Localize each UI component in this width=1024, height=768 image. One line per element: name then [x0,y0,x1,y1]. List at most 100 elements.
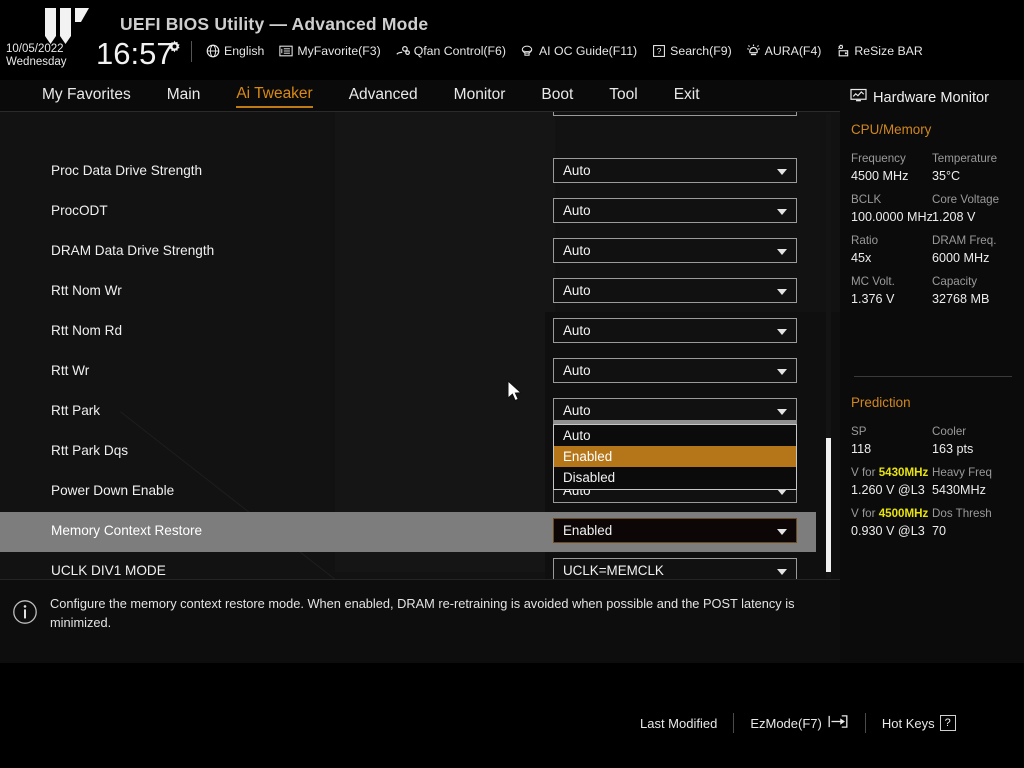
settings-row[interactable]: UCLK DIV1 MODE UCLK=MEMCLK [0,552,840,579]
chevron-down-icon [777,369,787,375]
setting-value: Enabled [563,523,613,538]
weekday-text: Wednesday [6,56,67,68]
brain-icon [520,44,535,59]
settings-row[interactable]: Rtt Wr Auto [0,352,840,392]
hw-value: 163 pts [932,442,974,456]
aura-button[interactable]: AURA(F4) [746,44,829,59]
setting-dropdown[interactable]: Auto [553,158,797,183]
setting-dropdown[interactable]: Auto [553,198,797,223]
ezmode-label: EzMode(F7) [750,715,822,731]
settings-row[interactable]: Rtt Nom Rd Auto [0,312,840,352]
chevron-down-icon [777,169,787,175]
setting-value: Auto [563,363,591,378]
gear-icon[interactable] [167,40,182,55]
tab-exit[interactable]: Exit [674,86,700,107]
dropdown-option[interactable]: Auto [554,425,796,446]
hw-value-pair: Frequency 4500 MHz Temperature 35°C [851,152,1021,193]
settings-row[interactable]: Memory Context Restore Enabled [0,512,816,552]
tab-boot[interactable]: Boot [541,86,573,107]
setting-label: Rtt Park [51,403,101,418]
chevron-down-icon [777,209,787,215]
resize-bar-button[interactable]: ReSize BAR [835,44,929,59]
dropdown-option[interactable]: Enabled [554,446,796,467]
tab-tool[interactable]: Tool [609,86,637,107]
tab-main[interactable]: Main [167,86,201,107]
ai-oc-guide-button[interactable]: AI OC Guide(F11) [520,44,644,59]
header-divider [191,41,192,62]
hw-value-pair: V for 5430MHz 1.260 V @L3 Heavy Freq 5430MH… [851,466,1021,507]
last-modified-label: Last Modified [640,715,718,731]
qfan-control-label: Qfan Control(F6) [413,44,506,58]
footer-bar: Last Modified EzMode(F7) Hot Keys ? [0,663,1024,768]
header-bar: 10/05/2022 Wednesday 16:57 UEFI BIOS Uti… [0,0,1024,80]
myfavorite-button[interactable]: MyFavorite(F3) [278,44,387,59]
setting-label: Rtt Wr [51,363,90,378]
tab-my-favorites[interactable]: My Favorites [42,86,131,107]
settings-row[interactable]: Proc Data Drive Strength Auto [0,152,840,192]
hw-divider [854,376,1012,377]
settings-rows: Proc Data Drive Strength Auto ProcODT Auto D… [0,112,840,579]
nav-tabs: My Favorites Main Ai Tweaker Advanced Monito… [42,80,736,112]
hw-key: Heavy Freq [932,466,992,479]
system-clock: 16:57 [96,36,174,71]
setting-label: Power Down Enable [51,483,175,498]
setting-label: UCLK DIV1 MODE [51,563,166,578]
last-modified-button[interactable]: Last Modified [640,716,717,731]
info-icon [13,600,37,624]
setting-label: ProcODT [51,203,108,218]
hw-key-highlight: 4500MHz [878,507,929,520]
hw-key: Cooler [932,425,967,438]
setting-dropdown[interactable]: Auto [553,278,797,303]
settings-row[interactable] [0,112,840,152]
ezmode-button[interactable]: EzMode(F7) [750,714,849,732]
arrow-into-box-icon [827,714,849,732]
hw-key: V for 5430MHz [851,466,929,479]
monitor-icon [850,88,867,107]
settings-row[interactable]: DRAM Data Drive Strength Auto [0,232,840,272]
setting-label: Memory Context Restore [51,523,203,538]
setting-dropdown[interactable]: Enabled [553,518,797,543]
bios-screen: 10/05/2022 Wednesday 16:57 UEFI BIOS Uti… [0,0,1024,768]
setting-value: Auto [563,283,591,298]
myfavorite-label: MyFavorite(F3) [297,44,381,58]
hw-value: 45x [851,251,872,265]
hw-value: 1.208 V [932,210,976,224]
date-text: 10/05/2022 [6,43,64,55]
setting-label: Rtt Park Dqs [51,443,129,458]
tab-monitor[interactable]: Monitor [454,86,506,107]
tab-advanced[interactable]: Advanced [349,86,418,107]
ai-oc-guide-label: AI OC Guide(F11) [538,44,638,58]
setting-dropdown[interactable]: UCLK=MEMCLK [553,558,797,579]
dropdown-options-popup[interactable]: Auto Enabled Disabled [553,424,797,490]
hw-value: 70 [932,524,947,538]
dropdown-option[interactable]: Disabled [554,467,796,488]
setting-value: Auto [563,403,591,418]
chevron-down-icon [777,529,787,535]
hardware-monitor-label: Hardware Monitor [873,89,989,106]
hotkeys-button[interactable]: Hot Keys ? [882,715,956,731]
hw-value-pair: SP 118 Cooler 163 pts [851,425,1021,466]
settings-row[interactable]: ProcODT Auto [0,192,840,232]
hw-value: 1.260 V @L3 [851,483,925,497]
dropdown-top-cap [553,420,797,424]
chevron-down-icon [777,569,787,575]
lightbulb-icon [746,44,761,59]
hw-value: 32768 MB [932,292,990,306]
settings-scrollbar-thumb[interactable] [826,438,831,572]
qfan-control-button[interactable]: Qfan Control(F6) [395,44,513,59]
setting-dropdown[interactable]: Auto [553,318,797,343]
setting-dropdown[interactable]: Auto [553,358,797,383]
settings-panel: Proc Data Drive Strength Auto ProcODT Auto D… [0,112,840,579]
hw-value: 35°C [932,169,961,183]
resize-bar-label: ReSize BAR [854,44,923,58]
hw-key: MC Volt. [851,275,895,288]
search-button[interactable]: ? Search(F9) [651,44,739,59]
language-button[interactable]: English [205,44,271,59]
setting-label: Rtt Nom Wr [51,283,122,298]
hw-key: Dos Thresh [932,507,992,520]
setting-dropdown[interactable]: Auto [553,238,797,263]
hw-value: 5430MHz [932,483,986,497]
settings-row[interactable]: Rtt Nom Wr Auto [0,272,840,312]
setting-dropdown[interactable] [553,112,797,116]
tab-ai-tweaker[interactable]: Ai Tweaker [236,85,313,108]
